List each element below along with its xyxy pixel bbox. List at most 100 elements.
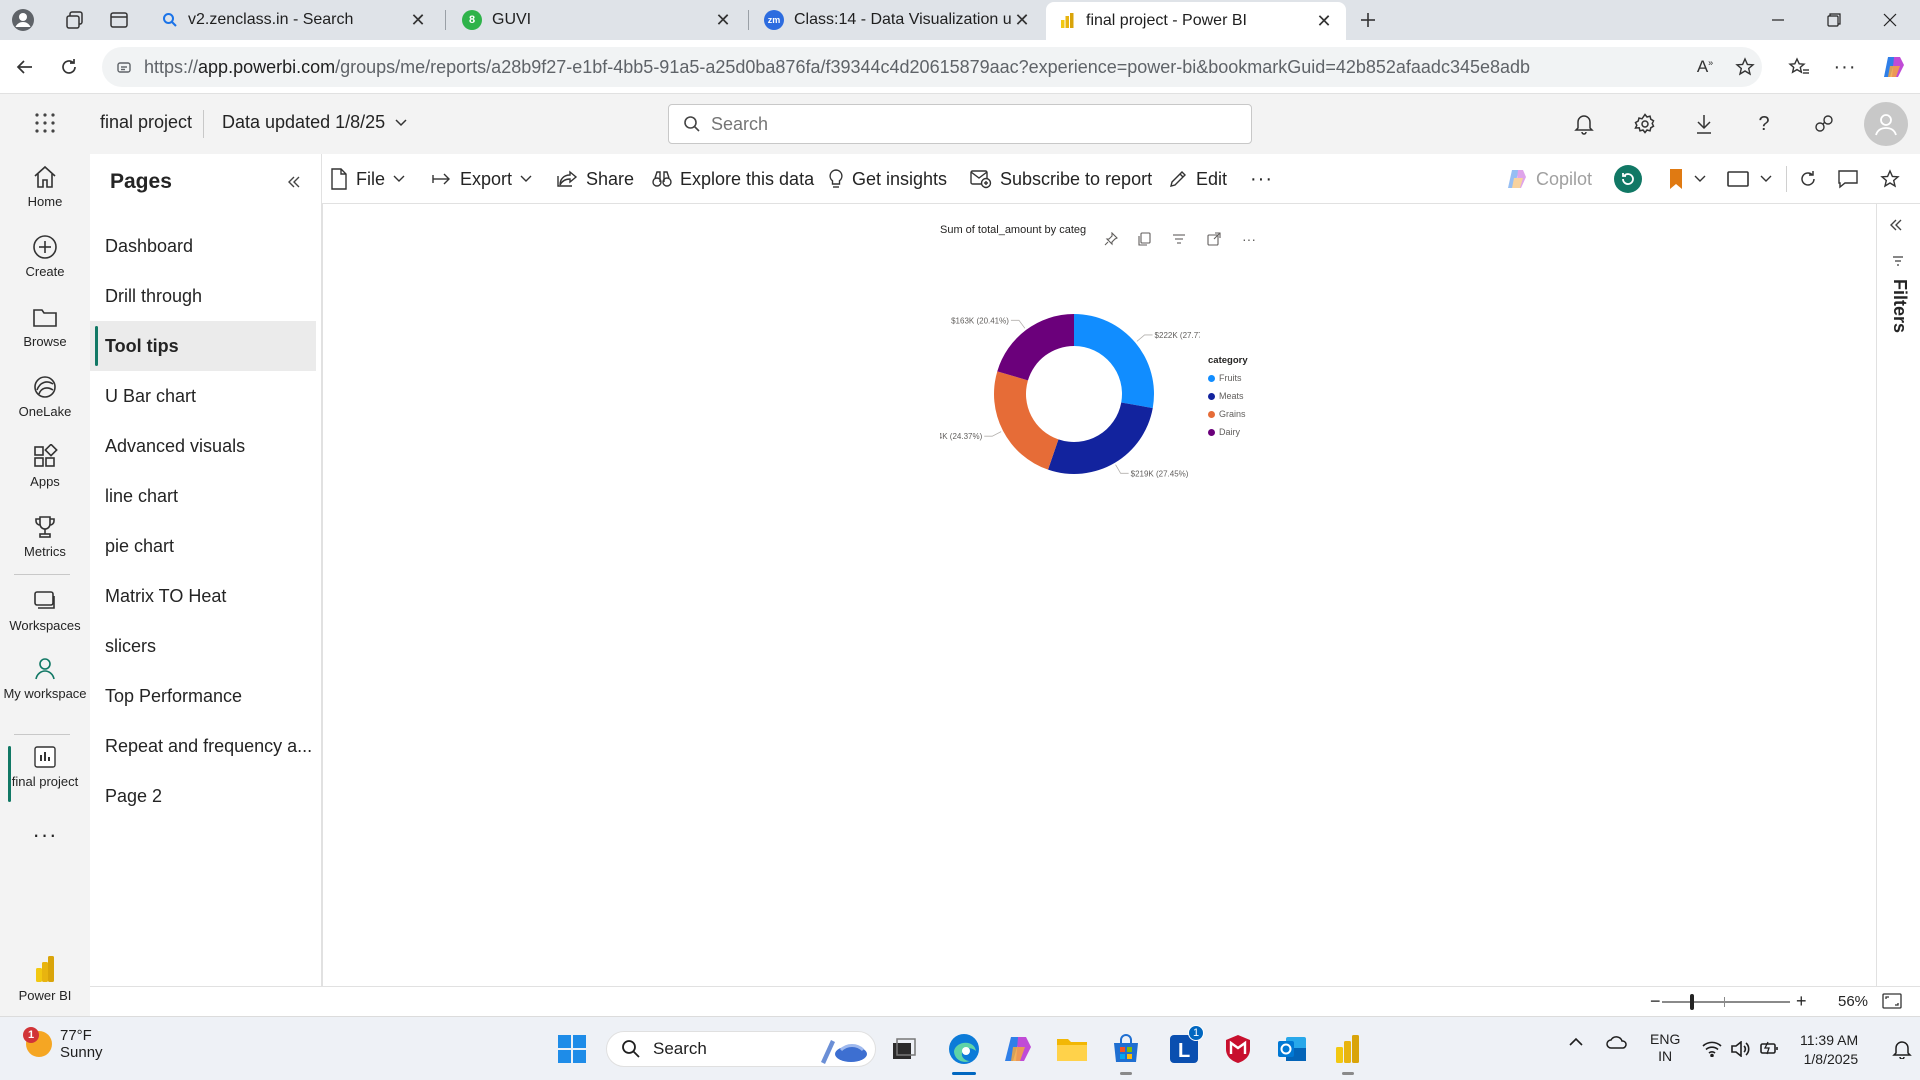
search-input[interactable] [711, 113, 1211, 135]
settings-gear-icon[interactable] [1629, 108, 1661, 140]
explore-data-button[interactable]: Explore this data [652, 162, 814, 196]
comment-icon[interactable] [1834, 165, 1862, 193]
zoom-in-button[interactable]: + [1796, 991, 1807, 1012]
lock-icon[interactable] [116, 59, 132, 75]
favorite-star-icon[interactable] [1728, 50, 1762, 84]
close-icon[interactable]: ✕ [1012, 10, 1032, 31]
zoom-percentage[interactable]: 56% [1838, 993, 1868, 1010]
more-icon[interactable]: ··· [1828, 50, 1862, 84]
page-item-drill-through[interactable]: Drill through [90, 271, 316, 321]
language-indicator[interactable]: ENG IN [1650, 1031, 1680, 1065]
pin-icon[interactable] [1100, 228, 1122, 250]
donut-slice-grains[interactable] [994, 371, 1059, 470]
microsoft-store-icon[interactable] [1106, 1029, 1146, 1075]
page-item-advanced-visuals[interactable]: Advanced visuals [90, 421, 316, 471]
read-aloud-icon[interactable]: A» [1688, 50, 1722, 84]
workspace-name[interactable]: final project [100, 112, 192, 133]
edge-browser-icon[interactable] [944, 1029, 984, 1075]
nav-onelake[interactable]: OneLake [0, 374, 90, 440]
view-icon[interactable] [1724, 165, 1752, 193]
copilot-app-icon[interactable] [998, 1029, 1038, 1069]
favorites-icon[interactable] [1782, 50, 1816, 84]
page-item-dashboard[interactable]: Dashboard [90, 221, 316, 271]
windows-start-icon[interactable] [552, 1029, 592, 1069]
reload-icon[interactable] [1794, 165, 1822, 193]
subscribe-button[interactable]: Subscribe to report [970, 162, 1152, 196]
focus-mode-icon[interactable] [1203, 228, 1225, 250]
data-updated-dropdown[interactable]: Data updated 1/8/25 [222, 112, 407, 133]
more-options-icon[interactable]: ··· [1238, 228, 1260, 250]
chevron-down-icon[interactable] [1752, 165, 1780, 193]
outlook-icon[interactable] [1272, 1029, 1312, 1069]
legend-item-meats[interactable]: Meats [1208, 387, 1248, 405]
file-explorer-icon[interactable] [1052, 1029, 1092, 1069]
powerbi-app-icon[interactable] [1328, 1029, 1368, 1075]
mcafee-icon[interactable] [1218, 1029, 1258, 1069]
get-insights-button[interactable]: Get insights [828, 162, 947, 196]
nav-final-project[interactable]: final project [0, 744, 90, 810]
show-hidden-icons-chevron-up-icon[interactable] [1568, 1037, 1584, 1047]
page-item-top-performance[interactable]: Top Performance [90, 671, 316, 721]
workspaces-icon[interactable] [60, 6, 90, 34]
feedback-icon[interactable] [1808, 108, 1840, 140]
onedrive-cloud-icon[interactable] [1606, 1035, 1628, 1049]
vertical-tabs-icon[interactable] [104, 6, 134, 34]
copilot-button[interactable]: Copilot [1506, 162, 1592, 196]
page-item-repeat-frequency[interactable]: Repeat and frequency a... [90, 721, 316, 771]
browser-tab-active[interactable]: final project - Power BI ✕ [1046, 2, 1346, 40]
battery-icon[interactable] [1760, 1039, 1780, 1057]
more-options-button[interactable]: ··· [1250, 162, 1273, 196]
avatar[interactable] [1864, 102, 1908, 146]
zoom-slider[interactable] [1662, 1001, 1790, 1003]
refresh-icon[interactable] [52, 50, 86, 84]
help-icon[interactable]: ? [1748, 108, 1780, 140]
share-button[interactable]: Share [556, 162, 634, 196]
refresh-status-icon[interactable] [1614, 165, 1642, 193]
zoom-out-button[interactable]: − [1650, 991, 1661, 1012]
page-item-line-chart[interactable]: line chart [90, 471, 316, 521]
donut-slice-fruits[interactable] [1074, 314, 1154, 409]
page-item-slicers[interactable]: slicers [90, 621, 316, 671]
download-icon[interactable] [1688, 108, 1720, 140]
export-menu-button[interactable]: Export [432, 162, 532, 196]
nav-home[interactable]: Home [0, 164, 90, 230]
edit-button[interactable]: Edit [1168, 162, 1227, 196]
chevron-down-icon[interactable] [1686, 165, 1714, 193]
donut-slice-meats[interactable] [1048, 402, 1153, 474]
page-item-pie-chart[interactable]: pie chart [90, 521, 316, 571]
legend-item-dairy[interactable]: Dairy [1208, 423, 1248, 441]
nav-apps[interactable]: Apps [0, 444, 90, 510]
zoom-slider-thumb[interactable] [1690, 994, 1694, 1010]
minimize-icon[interactable] [1750, 0, 1806, 40]
nav-create[interactable]: Create [0, 234, 90, 300]
search-box[interactable] [668, 104, 1252, 144]
browser-tab[interactable]: zm Class:14 - Data Visualization using ✕ [752, 2, 1044, 38]
filters-label[interactable]: Filters [1889, 279, 1910, 333]
close-icon[interactable]: ✕ [408, 10, 428, 31]
wifi-icon[interactable] [1702, 1041, 1722, 1057]
nav-more[interactable]: ··· [0, 824, 90, 856]
page-item-u-bar-chart[interactable]: U Bar chart [90, 371, 316, 421]
linkedin-icon[interactable]: L 1 [1164, 1025, 1204, 1069]
copilot-icon[interactable] [1876, 50, 1910, 84]
nav-browse[interactable]: Browse [0, 304, 90, 370]
close-icon[interactable]: ✕ [1314, 11, 1334, 32]
nav-metrics[interactable]: Metrics [0, 514, 90, 580]
taskbar-search[interactable]: Search [606, 1031, 876, 1067]
restore-icon[interactable] [1806, 0, 1862, 40]
back-icon[interactable] [8, 50, 42, 84]
copy-visual-icon[interactable] [1134, 228, 1156, 250]
page-item-tool-tips[interactable]: Tool tips [90, 321, 316, 371]
filter-icon[interactable] [1168, 228, 1190, 250]
new-tab-icon[interactable] [1353, 6, 1383, 34]
browser-tab[interactable]: v2.zenclass.in - Search ✕ [150, 2, 440, 38]
nav-my-workspace[interactable]: My workspace [0, 656, 90, 728]
collapse-pages-icon[interactable] [280, 168, 308, 196]
task-view-icon[interactable] [884, 1029, 924, 1069]
expand-filters-icon[interactable] [1889, 218, 1903, 232]
close-window-icon[interactable] [1862, 0, 1918, 40]
legend-item-fruits[interactable]: Fruits [1208, 369, 1248, 387]
page-item-matrix-to-heat[interactable]: Matrix TO Heat [90, 571, 316, 621]
weather-widget[interactable]: 1 77°F Sunny [23, 1027, 103, 1061]
page-item-page-2[interactable]: Page 2 [90, 771, 316, 821]
